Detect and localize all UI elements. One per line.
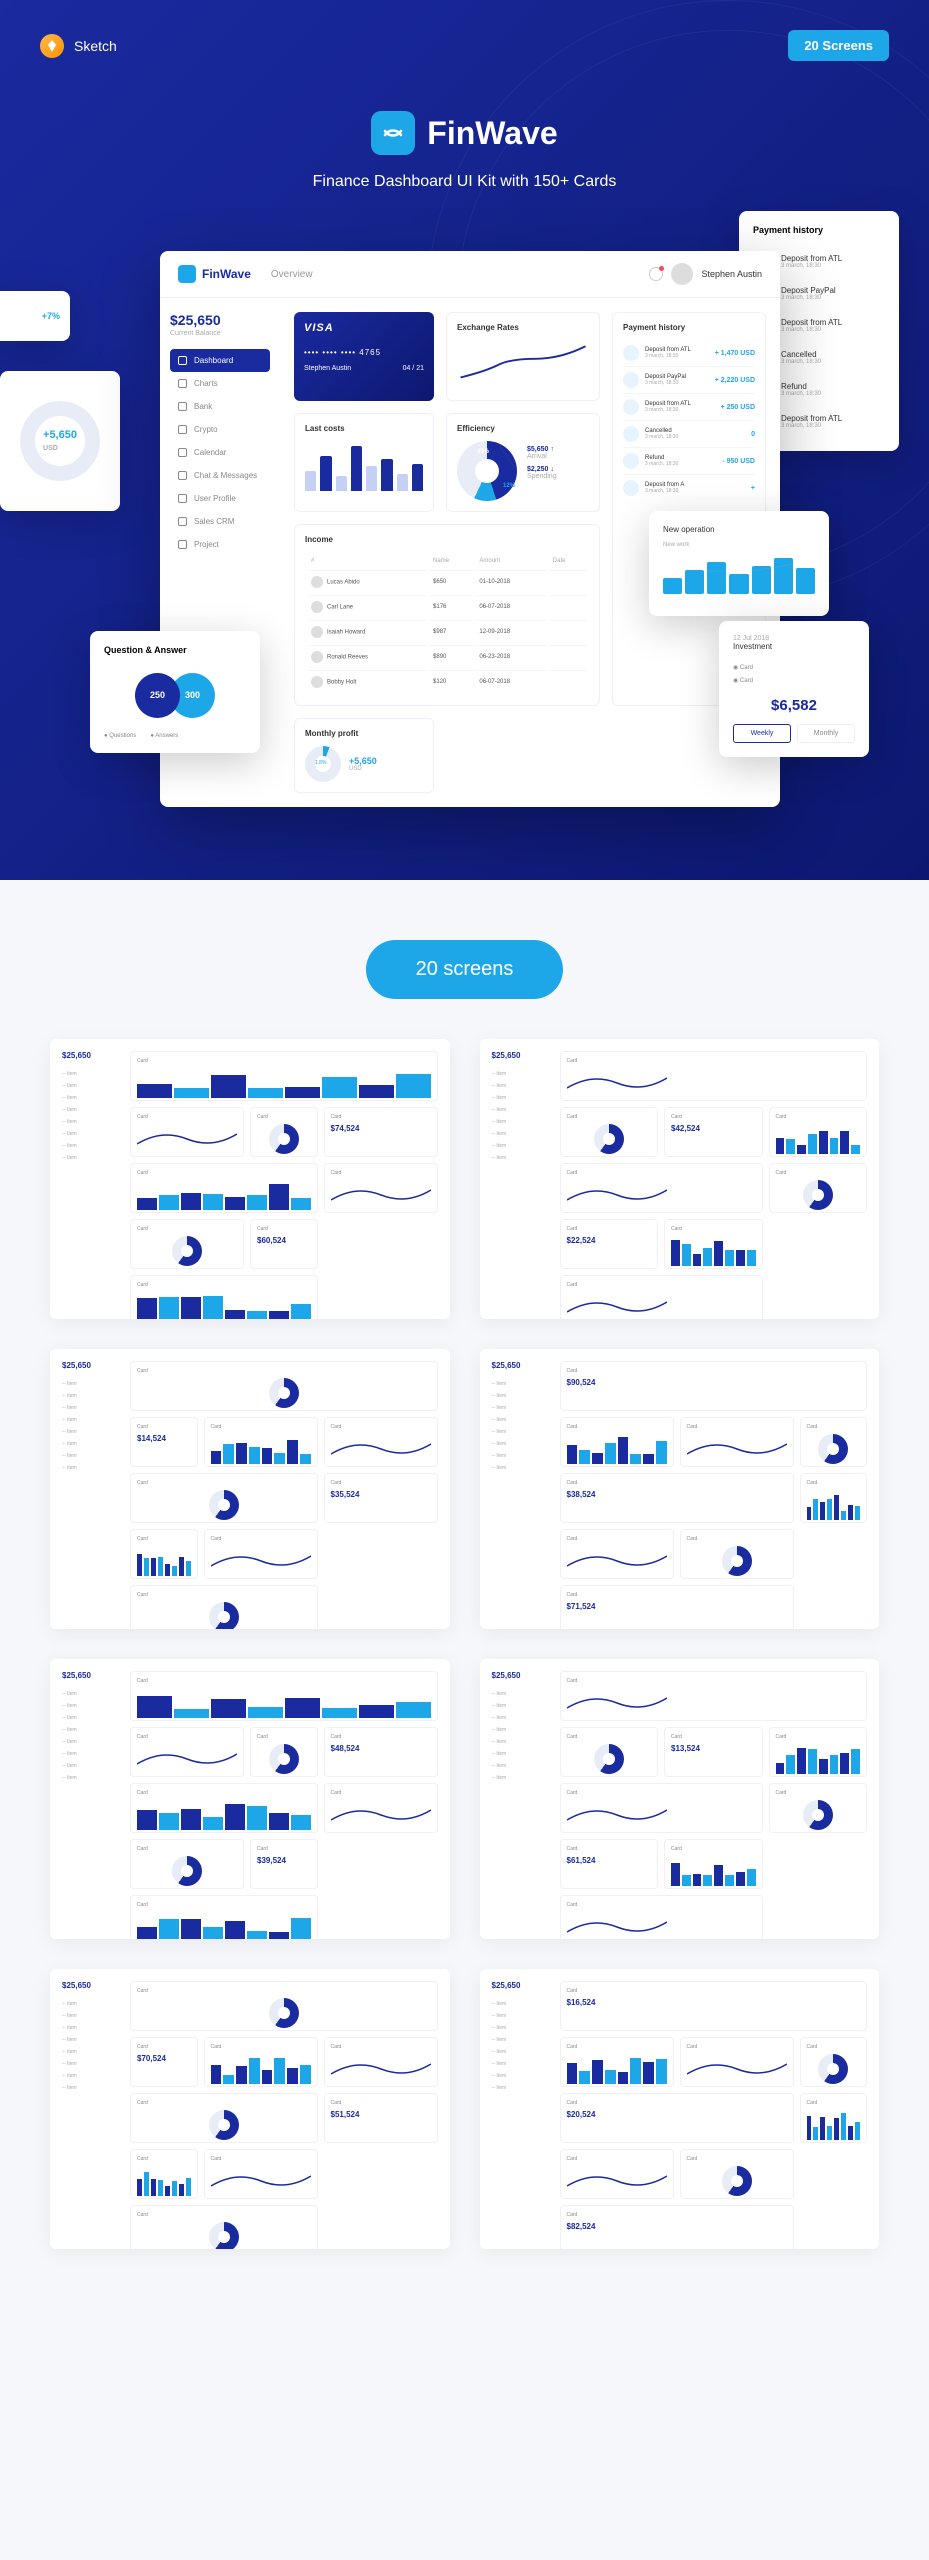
screen-thumbnail[interactable]: $25,650─ Item─ Item─ Item─ Item─ Item─ I… (480, 1969, 880, 2249)
screen-thumbnail[interactable]: $25,650─ Item─ Item─ Item─ Item─ Item─ I… (50, 1969, 450, 2249)
sketch-icon (40, 34, 64, 58)
sidebar-item[interactable]: Calendar (170, 441, 270, 464)
monthly-profit-card: Monthly profit 1.8% +5,650USD (294, 718, 434, 793)
balance-label: Current Balance (170, 330, 270, 337)
sidebar-item[interactable]: Bank (170, 395, 270, 418)
float-donut-card: +5,650USD (0, 371, 120, 511)
product-logo: FinWave (371, 111, 557, 155)
tab-monthly[interactable]: Monthly (797, 724, 855, 743)
float-investment-card: 12 Jul 2018 Investment ◉ Card ◉ Card $6,… (719, 621, 869, 757)
sidebar-item[interactable]: Crypto (170, 418, 270, 441)
screen-thumbnail[interactable]: $25,650─ Item─ Item─ Item─ Item─ Item─ I… (480, 1659, 880, 1939)
last-costs-card: Last costs (294, 413, 434, 512)
sketch-label: Sketch (74, 38, 117, 54)
sidebar-item[interactable]: Sales CRM (170, 510, 270, 533)
screen-thumbnail[interactable]: $25,650─ Item─ Item─ Item─ Item─ Item─ I… (50, 1659, 450, 1939)
screen-thumbnail[interactable]: $25,650─ Item─ Item─ Item─ Item─ Item─ I… (480, 1349, 880, 1629)
section-20-screens-badge: 20 screens (366, 940, 564, 999)
visa-card: VISA •••• •••• •••• 4765 Stephen Austin0… (294, 312, 434, 401)
float-operation-card: New operation New work (649, 511, 829, 616)
exchange-rates-card: Exchange Rates (446, 312, 600, 401)
screens-count-badge: 20 Screens (788, 30, 889, 61)
sketch-badge: Sketch (40, 34, 117, 58)
dash-logo: FinWave (178, 265, 251, 283)
logo-icon (371, 111, 415, 155)
user-name: Stephen Austin (701, 269, 762, 279)
product-name: FinWave (427, 115, 557, 152)
screen-thumbnail[interactable]: $25,650─ Item─ Item─ Item─ Item─ Item─ I… (480, 1039, 880, 1319)
sidebar-item[interactable]: User Profile (170, 487, 270, 510)
sidebar-item[interactable]: Chat & Messages (170, 464, 270, 487)
bell-icon[interactable] (649, 267, 663, 281)
avatar[interactable] (671, 263, 693, 285)
sidebar-item[interactable]: Project (170, 533, 270, 556)
float-qa-card: Question & Answer 250 300 ● Questions ● … (90, 631, 260, 753)
sidebar-item[interactable]: Charts (170, 372, 270, 395)
breadcrumb: Overview (271, 269, 313, 280)
screen-thumbnail[interactable]: $25,650─ Item─ Item─ Item─ Item─ Item─ I… (50, 1349, 450, 1629)
card-title: Payment history (753, 225, 885, 235)
screen-thumbnail[interactable]: $25,650─ Item─ Item─ Item─ Item─ Item─ I… (50, 1039, 450, 1319)
balance-value: $25,650 (170, 312, 270, 328)
float-percent-card: +7% (0, 291, 70, 341)
income-table-card: Income #NameAmountDateLucas Abido$65001-… (294, 524, 600, 706)
tab-weekly[interactable]: Weekly (733, 724, 791, 743)
sidebar-item[interactable]: Dashboard (170, 349, 270, 372)
efficiency-card: Efficiency 45% 12% $5,650 ↑ Arrival $2,2… (446, 413, 600, 512)
product-tagline: Finance Dashboard UI Kit with 150+ Cards (40, 173, 889, 191)
float-payment-history: Payment history Deposit from ATL3 march,… (739, 211, 899, 451)
